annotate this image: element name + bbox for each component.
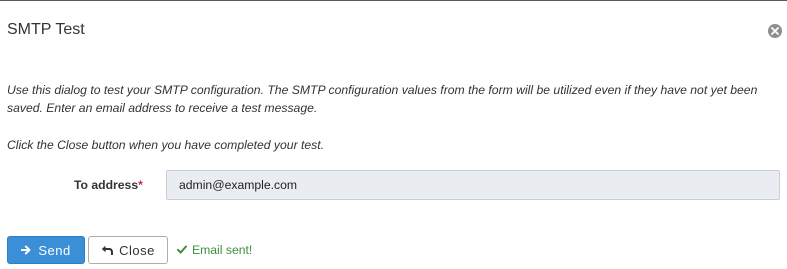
arrow-right-icon: [21, 245, 32, 255]
status-text: Email sent!: [192, 243, 253, 257]
dialog-close-button[interactable]: [768, 24, 782, 38]
to-address-label: To address*: [74, 178, 143, 192]
to-address-label-text: To address: [74, 178, 139, 192]
close-circle-icon: [771, 27, 779, 35]
check-icon: [177, 243, 187, 257]
dialog-instruction: Click the Close button when you have com…: [7, 138, 325, 152]
to-address-input[interactable]: [166, 170, 780, 200]
status-message: Email sent!: [177, 243, 252, 257]
required-marker: *: [138, 178, 143, 192]
close-button[interactable]: Close: [88, 236, 168, 264]
send-button[interactable]: Send: [7, 236, 85, 264]
dialog-description: Use this dialog to test your SMTP config…: [7, 83, 758, 115]
dialog-title: SMTP Test: [7, 21, 85, 38]
reply-arrow-icon: [101, 245, 114, 256]
send-button-label: Send: [38, 242, 71, 258]
smtp-test-dialog: SMTP Test Use this dialog to test your S…: [0, 0, 787, 269]
close-button-label: Close: [119, 242, 155, 258]
